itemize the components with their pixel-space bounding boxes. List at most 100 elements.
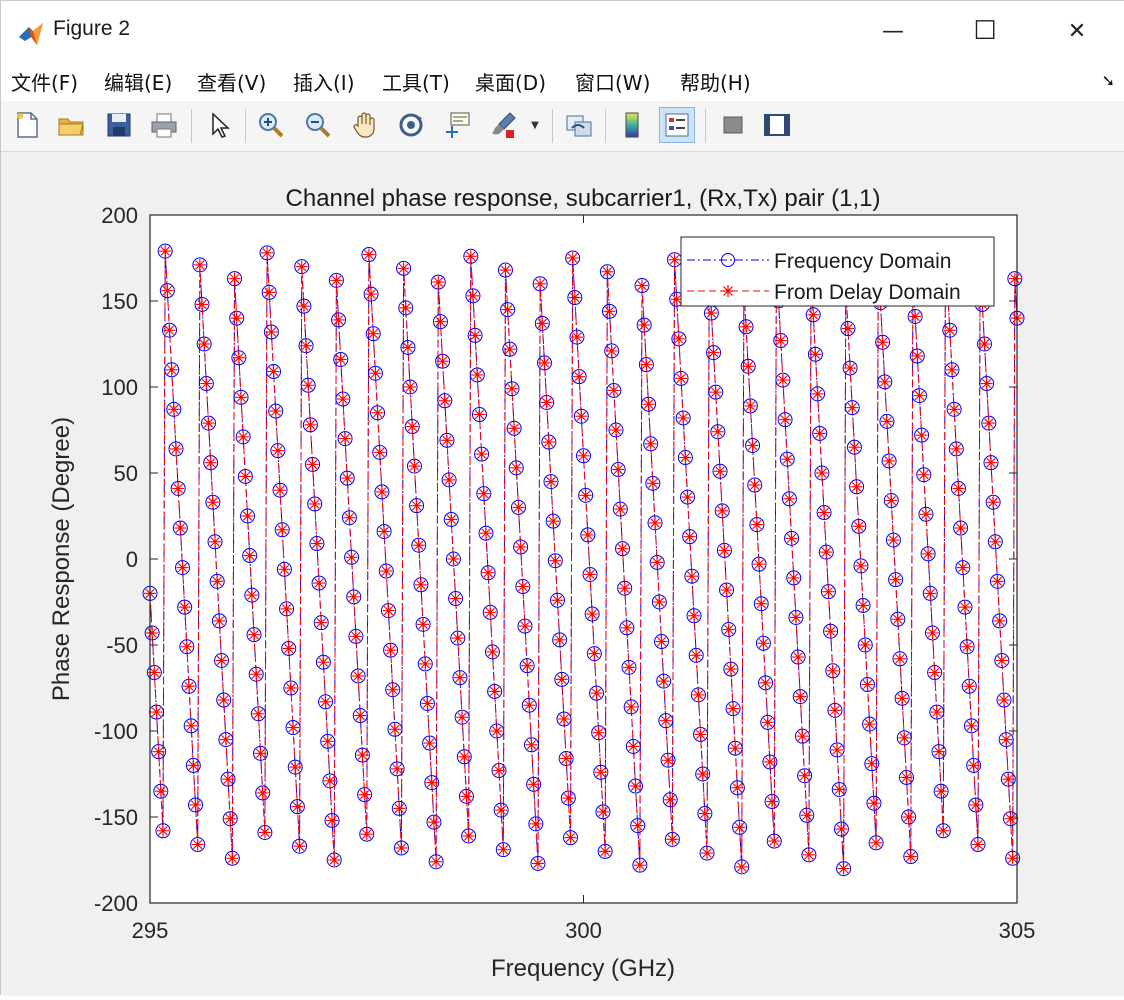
edit-plot-button[interactable]	[201, 107, 237, 143]
data-point-from-delay-domain	[774, 334, 787, 347]
data-point-from-delay-domain	[642, 398, 655, 411]
show-plot-tools-button[interactable]	[759, 107, 795, 143]
data-point-from-delay-domain	[844, 362, 857, 375]
data-point-from-delay-domain	[1002, 773, 1015, 786]
y-tick-label: 0	[126, 547, 138, 572]
data-point-from-delay-domain	[631, 819, 644, 832]
data-point-from-delay-domain	[796, 730, 809, 743]
data-point-from-delay-domain	[271, 444, 284, 457]
data-point-from-delay-domain	[282, 642, 295, 655]
data-point-from-delay-domain	[375, 485, 388, 498]
data-point-from-delay-domain	[950, 442, 963, 455]
data-point-from-delay-domain	[458, 750, 471, 763]
data-point-from-delay-domain	[152, 745, 165, 758]
hide-plot-tools-button[interactable]	[715, 107, 751, 143]
data-point-from-delay-domain	[224, 812, 237, 825]
legend-button[interactable]	[659, 107, 695, 143]
data-point-from-delay-domain	[625, 700, 638, 713]
data-point-from-delay-domain	[653, 596, 666, 608]
legend-icon	[665, 113, 689, 137]
data-point-from-delay-domain	[573, 370, 586, 383]
data-point-from-delay-domain	[369, 367, 382, 380]
minimize-button[interactable]: —	[847, 1, 939, 61]
figure-window: Figure 2 — ☐ ✕ 文件(F) 编辑(E) 查看(V) 插入(I) 工…	[0, 0, 1124, 996]
data-point-from-delay-domain	[525, 738, 538, 751]
legend[interactable]: Frequency Domain From Delay Domain	[680, 236, 995, 307]
data-point-from-delay-domain	[560, 752, 573, 765]
new-figure-button[interactable]	[9, 107, 45, 143]
data-point-from-delay-domain	[555, 673, 568, 686]
maximize-button[interactable]: ☐	[939, 1, 1031, 61]
data-point-from-delay-domain	[189, 798, 202, 811]
data-point-from-delay-domain	[878, 375, 891, 388]
data-point-from-delay-domain	[499, 264, 512, 277]
data-point-from-delay-domain	[562, 792, 575, 805]
data-point-from-delay-domain	[419, 657, 432, 670]
data-point-from-delay-domain	[657, 675, 670, 688]
zoom-out-button[interactable]	[300, 107, 336, 143]
data-point-from-delay-domain	[349, 630, 362, 643]
data-point-from-delay-domain	[345, 551, 358, 564]
menu-tools[interactable]: 工具(T)	[382, 67, 450, 96]
pan-button[interactable]	[347, 107, 383, 143]
colorbar-button[interactable]	[614, 107, 650, 143]
data-point-from-delay-domain	[538, 356, 551, 369]
data-point-from-delay-domain	[295, 260, 308, 273]
toolbar-separator	[191, 109, 192, 143]
menu-file[interactable]: 文件(F)	[11, 67, 78, 96]
data-point-from-delay-domain	[926, 626, 939, 639]
menu-edit[interactable]: 编辑(E)	[104, 67, 172, 96]
data-point-from-delay-domain	[863, 718, 876, 731]
brush-button[interactable]	[485, 107, 521, 143]
data-point-from-delay-domain	[649, 516, 662, 529]
data-point-from-delay-domain	[531, 857, 544, 870]
data-point-from-delay-domain	[280, 602, 293, 615]
arrow-icon[interactable]: ➘	[1102, 71, 1115, 90]
phase-response-chart[interactable]: 295 300 305 200 150 100 50 0 -50 -100 -150 -200 Cha…	[1, 152, 1124, 996]
data-point-from-delay-domain	[200, 377, 213, 390]
data-point-from-delay-domain	[692, 688, 705, 701]
menu-window[interactable]: 窗口(W)	[575, 67, 650, 96]
zoom-in-button[interactable]	[253, 107, 289, 143]
data-point-from-delay-domain	[685, 570, 698, 583]
link-plot-button[interactable]	[561, 107, 597, 143]
data-point-from-delay-domain	[607, 384, 620, 397]
data-point-from-delay-domain	[837, 862, 850, 875]
menu-view[interactable]: 查看(V)	[197, 67, 266, 96]
hand-icon	[353, 112, 375, 138]
data-point-from-delay-domain	[191, 838, 204, 851]
data-point-from-delay-domain	[540, 396, 553, 409]
data-point-from-delay-domain	[568, 291, 581, 304]
data-cursor-button[interactable]	[439, 107, 475, 143]
data-point-from-delay-domain	[404, 381, 417, 393]
data-point-from-delay-domain	[672, 332, 685, 345]
close-button[interactable]: ✕	[1031, 1, 1123, 61]
save-button[interactable]	[101, 107, 137, 143]
open-button[interactable]	[53, 107, 89, 143]
data-point-from-delay-domain	[291, 800, 304, 813]
data-point-from-delay-domain	[813, 427, 826, 440]
data-point-from-delay-domain	[963, 680, 976, 693]
data-point-from-delay-domain	[740, 320, 753, 333]
data-point-from-delay-domain	[490, 725, 503, 737]
print-button[interactable]	[146, 107, 182, 143]
hide-icon	[723, 116, 743, 134]
rotate-3d-button[interactable]	[393, 107, 429, 143]
menu-insert[interactable]: 插入(I)	[293, 67, 355, 96]
data-point-from-delay-domain	[666, 833, 679, 846]
data-point-from-delay-domain	[597, 805, 610, 818]
x-tick-label: 305	[999, 918, 1036, 943]
data-point-from-delay-domain	[818, 506, 831, 519]
data-point-from-delay-domain	[163, 324, 176, 337]
x-axis-label: Frequency (GHz)	[491, 955, 675, 982]
data-point-from-delay-domain	[746, 439, 759, 452]
data-point-from-delay-domain	[159, 245, 172, 258]
data-point-from-delay-domain	[841, 322, 854, 335]
menu-desktop[interactable]: 桌面(D)	[475, 67, 546, 96]
menu-help[interactable]: 帮助(H)	[680, 67, 751, 96]
brush-dropdown[interactable]: ▼	[525, 107, 545, 143]
data-point-from-delay-domain	[724, 663, 737, 676]
data-point-from-delay-domain	[557, 712, 570, 725]
data-point-from-delay-domain	[633, 859, 646, 872]
data-point-from-delay-domain	[328, 854, 341, 866]
